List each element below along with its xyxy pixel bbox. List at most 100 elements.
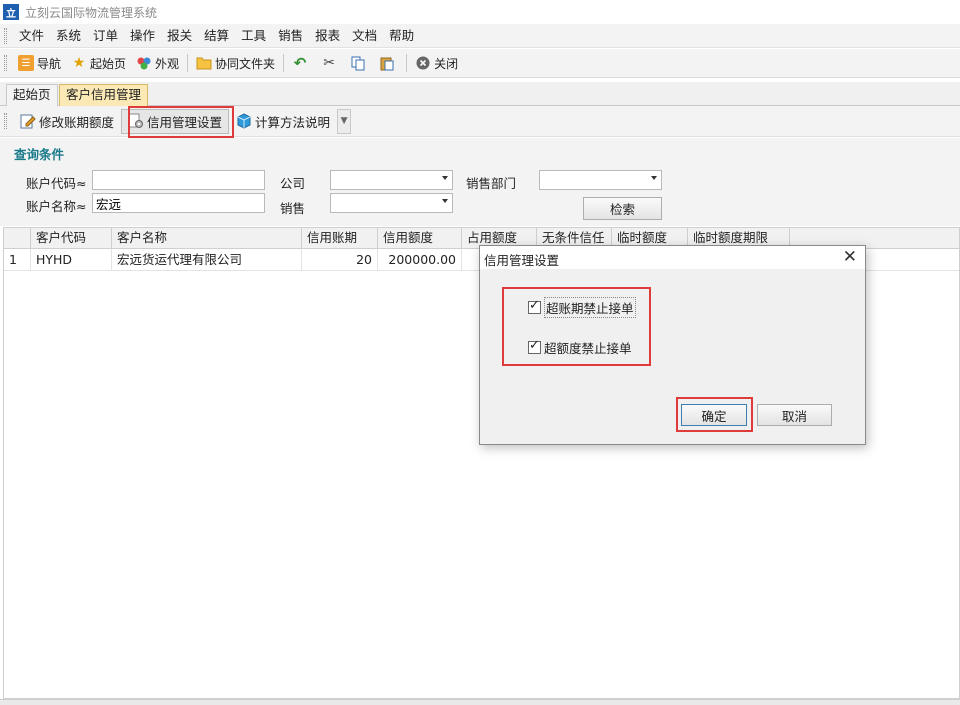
window-title: 立刻云国际物流管理系统 — [25, 5, 158, 20]
chevron-down-icon — [442, 199, 448, 203]
toolbar-separator — [187, 54, 189, 72]
company-label: 公司 — [280, 176, 306, 191]
grid-header-cell[interactable]: 信用账期 — [302, 228, 378, 249]
account-name-label: 账户名称≈ — [26, 199, 87, 214]
grid-header-cell[interactable]: 信用额度 — [378, 228, 462, 249]
folder-icon — [196, 55, 212, 71]
calc-method-button[interactable]: 计算方法说明 — [229, 109, 337, 134]
overlimit-checkbox[interactable]: ✓ — [528, 338, 541, 354]
cut-button[interactable]: ✂ — [316, 51, 345, 75]
more-actions-dropdown[interactable]: ▼ — [337, 108, 352, 134]
main-toolbar: ☰ 导航 ★ 起始页 外观 协同文件夹 ↶ ✂ 关闭 — [0, 49, 960, 78]
document-tabs: 起始页 客户信用管理 — [0, 82, 960, 107]
menu-operation[interactable]: 操作 — [124, 25, 161, 47]
sales-select[interactable] — [330, 193, 453, 213]
edit-credit-term-label: 修改账期额度 — [39, 114, 115, 130]
dialog-title: 信用管理设置 — [484, 253, 560, 268]
copy-button[interactable] — [345, 51, 374, 75]
chevron-down-icon: ▼ — [340, 116, 348, 126]
shared-folder-label: 协同文件夹 — [215, 56, 276, 71]
account-name-input[interactable] — [92, 193, 265, 213]
overlimit-checkbox-label[interactable]: 超额度禁止接单 — [544, 338, 632, 357]
chevron-down-icon — [442, 176, 448, 180]
paste-icon — [379, 55, 395, 71]
scissors-icon: ✂ — [323, 55, 335, 71]
edit-icon — [20, 113, 36, 129]
grid-header-index — [4, 228, 31, 249]
dialog-titlebar: 信用管理设置 ✕ — [480, 246, 865, 269]
menu-reports[interactable]: 报表 — [309, 25, 346, 47]
cell-customer-name[interactable]: 宏远货运代理有限公司 — [112, 249, 302, 271]
ok-button[interactable]: 确定 — [681, 404, 747, 426]
actionbar-grip — [4, 113, 7, 129]
checkmark-icon: ✓ — [529, 298, 540, 313]
cube-icon — [236, 113, 252, 129]
toolbar-separator — [283, 54, 285, 72]
credit-settings-dialog: 信用管理设置 ✕ ✓ 超账期禁止接单 ✓ 超额度禁止接单 确定 取消 — [479, 245, 866, 445]
close-label: 关闭 — [434, 56, 459, 71]
credit-settings-button[interactable]: 信用管理设置 — [121, 108, 230, 134]
menu-help[interactable]: 帮助 — [383, 25, 420, 47]
cancel-button[interactable]: 取消 — [757, 404, 832, 426]
star-icon: ★ — [72, 55, 86, 71]
status-strip — [0, 699, 960, 705]
home-button[interactable]: ★ 起始页 — [66, 51, 131, 75]
account-code-input[interactable] — [92, 170, 265, 190]
chevron-down-icon — [651, 176, 657, 180]
calc-method-label: 计算方法说明 — [255, 114, 331, 130]
cell-customer-code[interactable]: HYHD — [31, 249, 112, 271]
navigation-icon: ☰ — [18, 55, 34, 71]
menu-system[interactable]: 系统 — [50, 25, 87, 47]
cell-credit-limit[interactable]: 200000.00 — [378, 249, 462, 271]
close-button[interactable]: 关闭 — [410, 51, 463, 75]
tab-start-page[interactable]: 起始页 — [6, 84, 58, 106]
credit-settings-label: 信用管理设置 — [147, 114, 223, 130]
sales-dept-label: 销售部门 — [466, 176, 517, 191]
grid-header-cell[interactable]: 客户代码 — [31, 228, 112, 249]
shared-folder-button[interactable]: 协同文件夹 — [191, 51, 280, 75]
settings-doc-icon — [128, 113, 144, 129]
close-icon[interactable]: ✕ — [843, 247, 857, 267]
menu-customs[interactable]: 报关 — [161, 25, 198, 47]
menu-sales[interactable]: 销售 — [272, 25, 309, 47]
sales-label: 销售 — [280, 201, 306, 216]
close-circle-icon — [415, 55, 431, 71]
nav-button[interactable]: ☰ 导航 — [13, 51, 66, 75]
nav-label: 导航 — [37, 56, 62, 71]
toolbar-grip — [4, 55, 7, 71]
search-button[interactable]: 检索 — [583, 197, 662, 220]
sales-dept-select[interactable] — [539, 170, 662, 190]
overdue-checkbox-label[interactable]: 超账期禁止接单 — [544, 297, 636, 318]
menubar-grip — [4, 27, 7, 44]
tab-customer-credit[interactable]: 客户信用管理 — [59, 84, 149, 107]
cell-credit-term[interactable]: 20 — [302, 249, 378, 271]
account-code-label: 账户代码≈ — [26, 176, 87, 191]
home-label: 起始页 — [90, 56, 127, 71]
menu-order[interactable]: 订单 — [87, 25, 124, 47]
menu-documents[interactable]: 文档 — [346, 25, 383, 47]
toolbar-separator — [406, 54, 408, 72]
appearance-button[interactable]: 外观 — [131, 51, 184, 75]
overdue-checkbox[interactable]: ✓ — [528, 298, 541, 314]
grid-header-cell[interactable]: 客户名称 — [112, 228, 302, 249]
appearance-label: 外观 — [155, 56, 180, 71]
window-titlebar: 立 立刻云国际物流管理系统 — [0, 0, 960, 24]
row-index: 1 — [4, 249, 31, 271]
menu-tools[interactable]: 工具 — [235, 25, 272, 47]
menu-settlement[interactable]: 结算 — [198, 25, 235, 47]
menu-bar: 文件 系统 订单 操作 报关 结算 工具 销售 报表 文档 帮助 — [0, 24, 960, 48]
query-section-title: 查询条件 — [14, 147, 65, 162]
query-panel: 查询条件 账户代码≈ 账户名称≈ 公司 销售 销售部门 检索 — [0, 138, 960, 226]
overdue-checkbox-row[interactable]: ✓ 超账期禁止接单 — [528, 297, 636, 318]
copy-icon — [350, 55, 366, 71]
overlimit-checkbox-row[interactable]: ✓ 超额度禁止接单 — [528, 338, 632, 357]
paste-button[interactable] — [374, 51, 403, 75]
palette-icon — [136, 55, 152, 71]
company-select[interactable] — [330, 170, 453, 190]
checkmark-icon: ✓ — [529, 338, 540, 353]
undo-button[interactable]: ↶ — [287, 51, 316, 75]
undo-icon: ↶ — [293, 54, 307, 72]
menu-file[interactable]: 文件 — [13, 25, 50, 47]
edit-credit-term-button[interactable]: 修改账期额度 — [13, 109, 121, 134]
app-logo-icon: 立 — [3, 4, 19, 20]
